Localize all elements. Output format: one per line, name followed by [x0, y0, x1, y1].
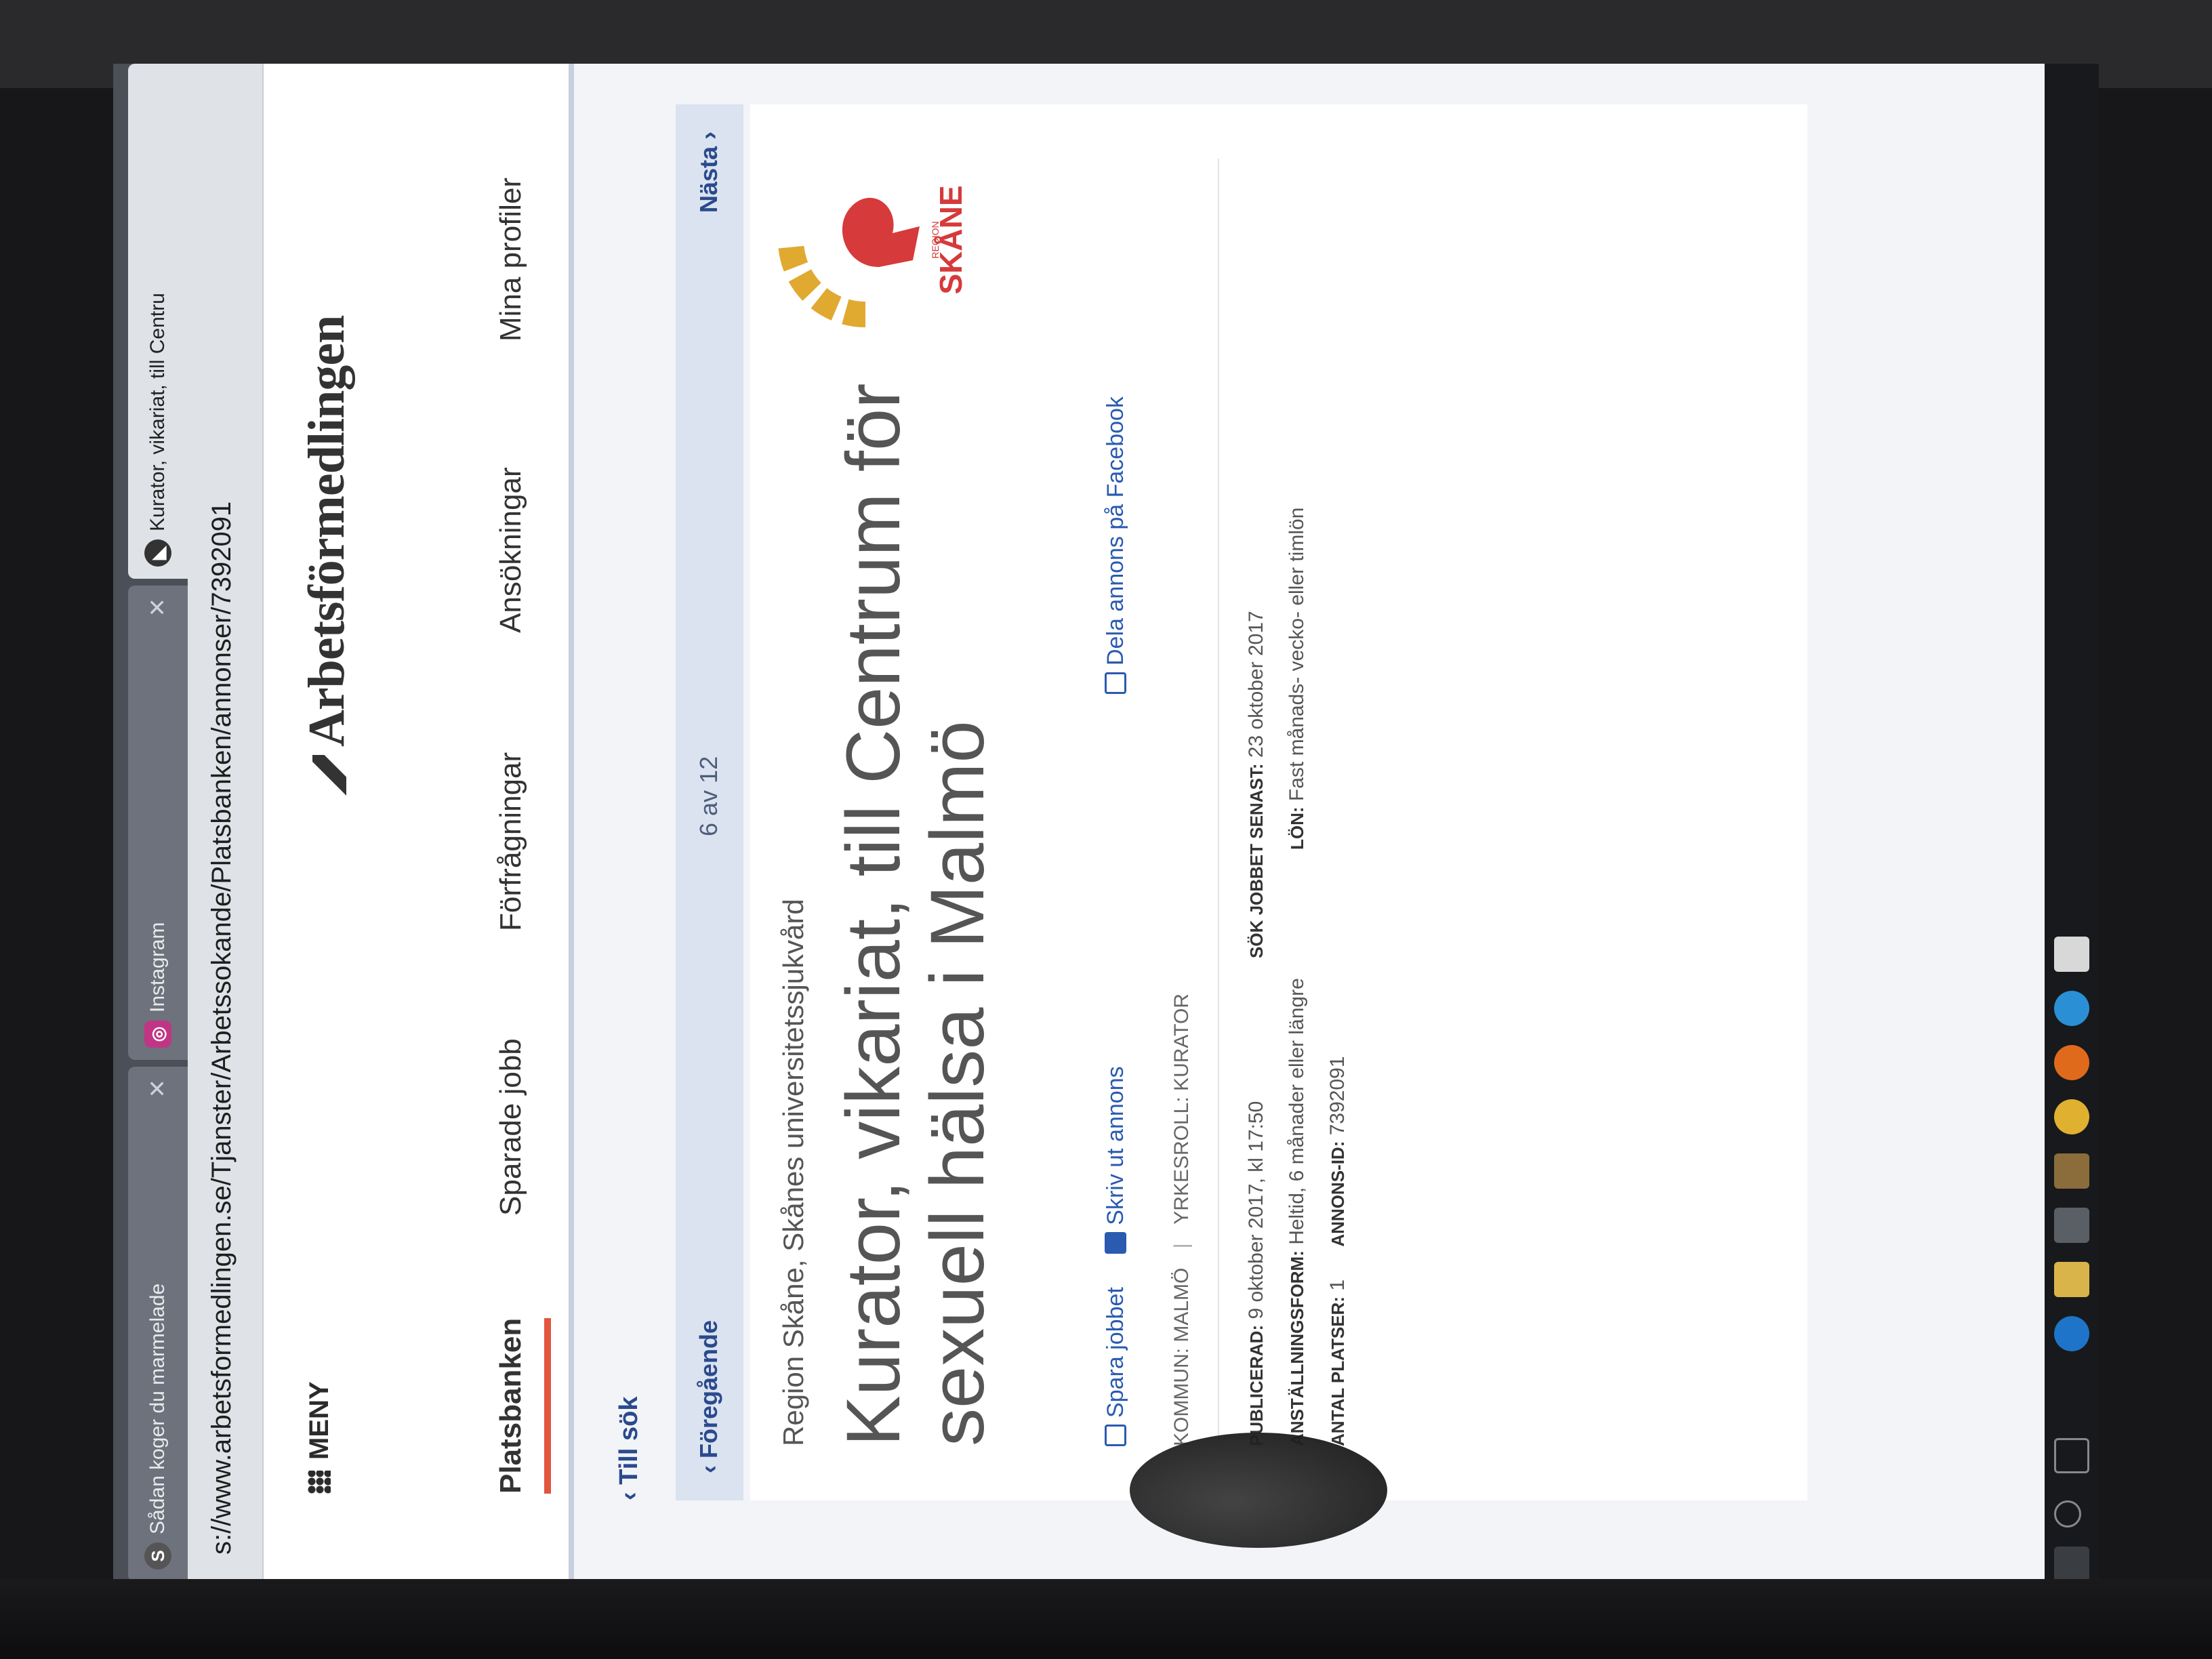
mail-icon[interactable] [2054, 937, 2089, 972]
kommun-value: MALMÖ [1170, 1267, 1193, 1343]
instagram-favicon-icon: ◎ [144, 1021, 171, 1048]
divider [1218, 159, 1219, 1446]
apply-by-value: 23 oktober 2017 [1245, 611, 1267, 758]
af-favicon-icon: ◣ [144, 539, 171, 567]
ad-id-label: ANNONS-ID: [1328, 1141, 1348, 1247]
browser-tab-bar: S Sådan koger du marmelade ✕ ◎ Instagram… [113, 64, 188, 1595]
job-title: Kurator, vikariat, till Centrum för sexu… [831, 383, 1000, 1447]
employment-type-value: Heltid, 6 månader eller längre [1286, 978, 1308, 1245]
salary-value: Fast månads- vecko- eller timlön [1286, 507, 1308, 802]
close-tab-icon[interactable]: ✕ [128, 598, 188, 617]
url-field[interactable]: s://www.arbetsformedlingen.se/Tjanster/A… [207, 501, 237, 1555]
meta-row-positions: ANTAL PLATSER: 1 ANNONS-ID: 7392091 [1326, 1056, 1349, 1446]
next-label: Nästa [695, 146, 722, 213]
salary-label: LÖN: [1287, 806, 1307, 850]
share-icon [1105, 672, 1126, 694]
published-value: 9 oktober 2017, kl 17:50 [1245, 1101, 1267, 1319]
positions-value: 1 [1326, 1279, 1349, 1291]
published-label: PUBLICERAD: [1246, 1324, 1267, 1446]
meta-row-published: PUBLICERAD: 9 oktober 2017, kl 17:50 SÖK… [1245, 611, 1268, 1446]
s-favicon-icon: S [144, 1542, 171, 1570]
skane-griffin-icon [778, 197, 920, 327]
tab-title: Instagram [146, 922, 169, 1012]
employment-type-label: ANSTÄLLNINGSFORM: [1287, 1250, 1307, 1446]
separator: | [1170, 1243, 1193, 1249]
job-ad-card: Region Skåne, Skånes universitetssjukvår… [750, 104, 1807, 1500]
af-logo-mark-icon [312, 755, 346, 796]
tab-title: Sådan koger du marmelade [146, 1283, 169, 1534]
menu-button[interactable]: MENY [304, 1381, 335, 1494]
yrkesroll-label: YRKESROLL: [1170, 1097, 1193, 1225]
brand-logo[interactable]: Arbetsförmedlingen [298, 316, 356, 796]
chrome-icon[interactable] [2054, 1099, 2089, 1134]
sub-navigation: Platsbanken Sparade jobb Förfrågningar A… [460, 64, 574, 1595]
employer-name: Region Skåne, Skånes universitetssjukvår… [777, 899, 809, 1446]
ad-actions: Spara jobbet Skriv ut annons [1103, 1039, 1129, 1446]
ad-classification: KOMMUN: MALMÖ | YRKESROLL: KURATOR [1170, 994, 1193, 1446]
save-job-label: Spara jobbet [1103, 1287, 1128, 1418]
region-skane-logo: REGION SKÅNE [778, 185, 967, 327]
browser-tab-instagram[interactable]: ◎ Instagram ✕ [128, 586, 188, 1060]
file-explorer-icon[interactable] [2054, 1262, 2089, 1297]
yrkesroll-value: KURATOR [1170, 994, 1193, 1091]
print-ad-button[interactable]: Skriv ut annons [1103, 1066, 1128, 1254]
previous-label: Föregående [695, 1319, 722, 1458]
firefox-icon[interactable] [2054, 1045, 2089, 1080]
search-icon[interactable] [2054, 1500, 2081, 1528]
browser-tab-marmelade[interactable]: S Sådan koger du marmelade ✕ [128, 1067, 188, 1582]
fingertip-overlay [1130, 1433, 1387, 1548]
back-to-search-label: Till sök [615, 1396, 643, 1485]
windows-icon[interactable] [2054, 1547, 2089, 1582]
edge-icon[interactable] [2054, 1316, 2089, 1351]
ad-position: 6 av 12 [695, 756, 722, 836]
grid-menu-icon [308, 1471, 331, 1494]
windows-taskbar [2045, 64, 2099, 1595]
positions-label: ANTAL PLATSER: [1328, 1296, 1348, 1446]
files-icon[interactable] [2054, 1153, 2089, 1189]
ad-pager: ‹ Föregående 6 av 12 Nästa › [676, 104, 743, 1500]
nav-ansokningar[interactable]: Ansökningar [494, 467, 528, 633]
nav-sparade-jobb[interactable]: Sparade jobb [494, 1038, 528, 1216]
logo-skane-text: SKÅNE [933, 185, 967, 294]
store-icon[interactable] [2054, 1208, 2089, 1243]
laptop-keyboard [0, 1579, 2212, 1659]
next-ad-link[interactable]: Nästa › [695, 131, 723, 213]
menu-label: MENY [304, 1381, 334, 1460]
print-ad-label: Skriv ut annons [1103, 1066, 1128, 1225]
laptop-screen: S Sådan koger du marmelade ✕ ◎ Instagram… [113, 64, 2099, 1595]
star-icon [1105, 1425, 1126, 1446]
nav-forfragningar[interactable]: Förfrågningar [494, 752, 528, 931]
kommun-label: KOMMUN: [1170, 1348, 1193, 1446]
nav-platsbanken[interactable]: Platsbanken [494, 1317, 551, 1494]
previous-ad-link[interactable]: ‹ Föregående [695, 1320, 723, 1473]
close-tab-icon[interactable]: ✕ [128, 1079, 188, 1099]
save-job-button[interactable]: Spara jobbet [1103, 1287, 1128, 1446]
back-to-search-link[interactable]: ‹ Till sök [615, 1397, 644, 1500]
browser-tab-kurator[interactable]: ◣ Kurator, vikariat, till Centru [128, 64, 188, 579]
nav-mina-profiler[interactable]: Mina profiler [494, 178, 528, 342]
meta-row-employment: ANSTÄLLNINGSFORM: Heltid, 6 månader elle… [1286, 508, 1309, 1446]
ad-id-value: 7392091 [1326, 1056, 1349, 1136]
main-content: ‹ Till sök ‹ Föregående 6 av 12 Nästa › … [574, 64, 2099, 1595]
apply-by-label: SÖK JOBBET SENAST: [1246, 763, 1267, 959]
printer-icon [1105, 1231, 1126, 1254]
task-view-icon[interactable] [2054, 1438, 2089, 1473]
site-header: MENY Arbetsförmedlingen [264, 64, 460, 1595]
brand-name: Arbetsförmedlingen [298, 315, 355, 747]
share-facebook-button[interactable]: Dela annons på Facebook [1103, 396, 1129, 694]
share-facebook-label: Dela annons på Facebook [1103, 396, 1128, 665]
ie-icon[interactable] [2054, 991, 2089, 1026]
address-bar[interactable]: s://www.arbetsformedlingen.se/Tjanster/A… [188, 64, 264, 1595]
tab-title: Kurator, vikariat, till Centru [146, 293, 169, 531]
